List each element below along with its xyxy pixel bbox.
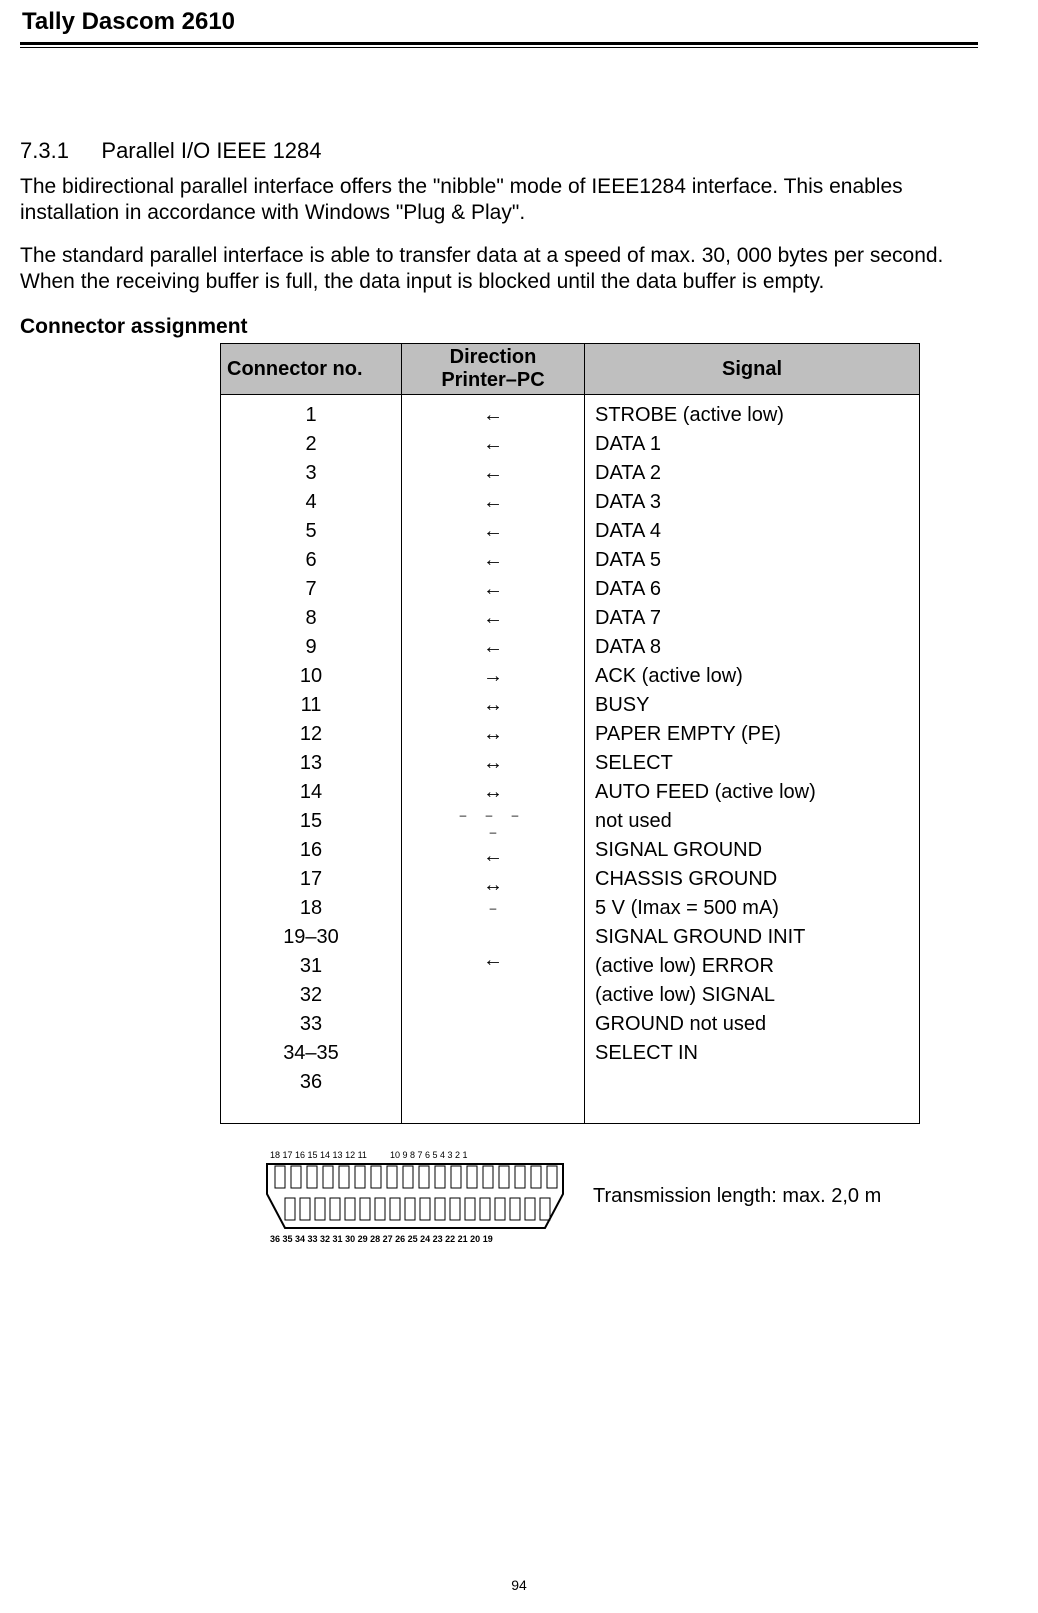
connector-table: Connector no. Direction Printer–PC Signa… xyxy=(220,343,920,1124)
paragraph-1: The bidirectional parallel interface off… xyxy=(20,174,978,227)
cell-direction: ← ← ← ← ← ← ← ← ← → ↔ ↔ ↔ ↔ – – xyxy=(402,395,585,1124)
header-title: Tally Dascom 2610 xyxy=(20,0,978,42)
section-heading: 7.3.1 Parallel I/O IEEE 1284 xyxy=(20,138,978,164)
th-direction-line1: Direction xyxy=(450,346,537,368)
th-direction: Direction Printer–PC xyxy=(402,344,585,395)
section-number: 7.3.1 xyxy=(20,138,69,164)
section-title: Parallel I/O IEEE 1284 xyxy=(101,138,321,164)
page-number: 94 xyxy=(0,1577,1038,1593)
diagram-bottom-labels: 36 35 34 33 32 31 30 29 28 27 26 25 24 2… xyxy=(270,1234,493,1244)
th-signal: Signal xyxy=(585,344,920,395)
diagram-top-labels: 18 17 16 15 14 13 12 11 xyxy=(270,1150,367,1160)
connector-subheading: Connector assignment xyxy=(20,315,978,339)
transmission-text: Transmission length: max. 2,0 m xyxy=(593,1185,881,1208)
cell-signal: STROBE (active low) DATA 1 DATA 2 DATA 3… xyxy=(585,395,920,1124)
connector-diagram: 18 17 16 15 14 13 12 11 10 9 8 7 6 5 4 3… xyxy=(265,1146,565,1246)
th-direction-line2: Printer–PC xyxy=(441,369,544,391)
th-connector-no: Connector no. xyxy=(221,344,402,395)
svg-text:10 9 8 7 6 5 4 3: 10 9 8 7 6 5 4 3 2 1 xyxy=(390,1150,468,1160)
header-rule xyxy=(20,42,978,48)
paragraph-2: The standard parallel interface is able … xyxy=(20,243,978,296)
cell-connector-no: 1 2 3 4 5 6 7 8 9 10 11 12 13 14 15 16 1… xyxy=(221,395,402,1124)
